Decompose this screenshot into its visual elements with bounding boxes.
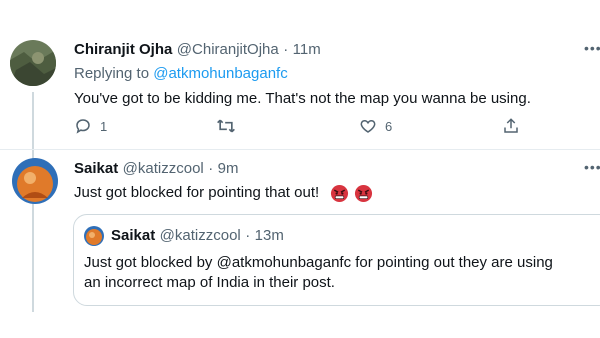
retweet-icon [217,119,235,133]
tweet-header: Chiranjit Ojha @ChiranjitOjha · 11m [74,41,321,59]
tweet-text: Just got blocked for pointing that out! [74,183,373,203]
like-count: 6 [385,118,393,134]
reply-count: 1 [100,118,108,134]
reply-icon [76,119,90,134]
share-icon [504,118,518,133]
quoted-text-line1: Just got blocked by @atkmohunbaganfc for… [84,253,553,273]
quoted-mention: @atkmohunbaganfc [216,254,352,271]
replying-to-mention[interactable]: @atkmohunbaganfc [153,65,287,82]
tweet-header: Saikat @katizzcool · 9m [74,160,239,178]
angry-face-icon [331,184,349,202]
replying-to-label: Replying to [74,65,150,82]
quoted-display-name: Saikat [111,227,156,244]
heart-icon [360,119,376,133]
avatar-saikat[interactable] [12,158,58,204]
separator: · [245,227,251,244]
separator: · [283,41,289,58]
separator: · [208,160,214,177]
tweet-text: You've got to be kidding me. That's not … [74,90,531,107]
avatar-chiranjit[interactable] [10,40,56,86]
tweet-divider [0,149,600,150]
quoted-header: Saikat @katizzcool · 13m [111,227,284,245]
more-options-icon[interactable]: ••• [584,159,600,175]
quoted-timestamp: 13m [254,227,284,244]
retweet-button[interactable] [216,117,236,135]
display-name[interactable]: Saikat [74,160,118,177]
more-options-icon[interactable]: ••• [584,40,600,56]
quoted-text-line2: an incorrect map of India in their post. [84,274,335,291]
angry-face-icon [355,184,373,202]
quoted-text: Just got blocked by @atkmohunbaganfc for… [84,253,553,293]
quoted-tweet[interactable]: Saikat @katizzcool · 13m Just got blocke… [73,214,600,306]
replying-to-line: Replying to @atkmohunbaganfc [74,65,288,82]
quoted-avatar [84,226,104,246]
quoted-text-part: for pointing out they are using [355,254,553,271]
timestamp[interactable]: 11m [293,41,321,58]
user-handle[interactable]: @katizzcool [123,160,204,177]
share-button[interactable] [502,117,520,135]
user-handle[interactable]: @ChiranjitOjha [177,41,279,58]
quoted-handle: @katizzcool [159,227,241,244]
tweet-text-content: Just got blocked for pointing that out! [74,184,320,201]
tweet-actions: 1 6 [74,117,524,137]
reply-button[interactable]: 1 [74,117,107,135]
quoted-text-part: Just got blocked by [84,254,213,271]
display-name[interactable]: Chiranjit Ojha [74,41,172,58]
like-button[interactable]: 6 [359,117,392,135]
timestamp[interactable]: 9m [218,160,239,177]
